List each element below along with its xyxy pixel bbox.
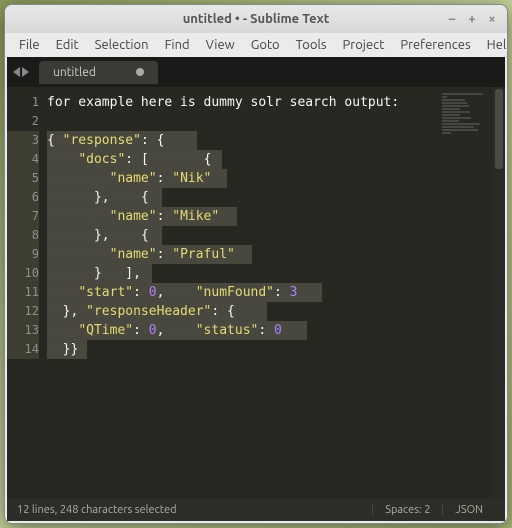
- vertical-scrollbar[interactable]: [493, 87, 505, 499]
- tab-nav: [13, 67, 29, 77]
- line-number: 6: [7, 188, 39, 207]
- dirty-indicator-icon: [136, 68, 144, 76]
- tab-untitled[interactable]: untitled: [39, 61, 158, 84]
- line-number: 1: [7, 93, 39, 112]
- menu-edit[interactable]: Edit: [48, 36, 87, 54]
- menu-help[interactable]: Help: [479, 36, 508, 54]
- line-gutter: 1234567891011121314: [7, 87, 47, 499]
- app-window: untitled • - Sublime Text – + × FileEdit…: [4, 4, 508, 524]
- menu-preferences[interactable]: Preferences: [392, 36, 478, 54]
- scrollbar-thumb[interactable]: [495, 89, 503, 169]
- code-line[interactable]: ······}···],: [47, 264, 438, 283]
- code-line[interactable]: ··}}: [47, 340, 438, 359]
- code-line[interactable]: ········"name":·"Mike": [47, 207, 438, 226]
- code-line[interactable]: ····"QTime":·0,····"status":·0: [47, 321, 438, 340]
- status-bar: 12 lines, 248 characters selected Spaces…: [7, 499, 505, 521]
- menu-goto[interactable]: Goto: [243, 36, 288, 54]
- code-line[interactable]: ······},····{: [47, 188, 438, 207]
- code-line[interactable]: ··},·"responseHeader":·{: [47, 302, 438, 321]
- code-content[interactable]: for example here is dummy solr search ou…: [47, 87, 438, 499]
- prev-tab-icon[interactable]: [13, 67, 20, 77]
- titlebar[interactable]: untitled • - Sublime Text – + ×: [5, 5, 507, 33]
- line-number: 12: [7, 302, 39, 321]
- status-selection: 12 lines, 248 characters selected: [17, 504, 372, 516]
- editor-area: untitled 1234567891011121314 for example…: [7, 57, 505, 499]
- line-number: 7: [7, 207, 39, 226]
- menubar: FileEditSelectionFindViewGotoToolsProjec…: [5, 33, 507, 57]
- tab-bar: untitled: [7, 57, 505, 87]
- window-title: untitled • - Sublime Text: [13, 12, 499, 26]
- line-number: 4: [7, 150, 39, 169]
- editor-body[interactable]: 1234567891011121314 for example here is …: [7, 87, 505, 499]
- menu-selection[interactable]: Selection: [87, 36, 157, 54]
- code-line[interactable]: [47, 112, 438, 131]
- status-syntax[interactable]: JSON: [442, 504, 495, 516]
- line-number: 9: [7, 245, 39, 264]
- code-line[interactable]: for example here is dummy solr search ou…: [47, 93, 438, 112]
- menu-find[interactable]: Find: [157, 36, 198, 54]
- line-number: 2: [7, 112, 39, 131]
- status-indent[interactable]: Spaces: 2: [372, 504, 442, 516]
- code-line[interactable]: ····"start":·0,····"numFound":·3: [47, 283, 438, 302]
- line-number: 14: [7, 340, 39, 359]
- tab-label: untitled: [53, 66, 96, 79]
- line-number: 8: [7, 226, 39, 245]
- maximize-button[interactable]: +: [465, 12, 479, 26]
- minimap-preview: [442, 93, 487, 133]
- code-line[interactable]: ····"docs":·[·······{: [47, 150, 438, 169]
- menu-view[interactable]: View: [198, 36, 243, 54]
- menu-file[interactable]: File: [11, 36, 48, 54]
- line-number: 13: [7, 321, 39, 340]
- code-line[interactable]: {·"response":·{: [47, 131, 438, 150]
- minimap[interactable]: [438, 87, 493, 499]
- minimize-button[interactable]: –: [445, 12, 459, 26]
- line-number: 3: [7, 131, 39, 150]
- code-line[interactable]: ········"name":·"Praful": [47, 245, 438, 264]
- line-number: 10: [7, 264, 39, 283]
- line-number: 11: [7, 283, 39, 302]
- next-tab-icon[interactable]: [22, 67, 29, 77]
- code-line[interactable]: ········"name":·"Nik": [47, 169, 438, 188]
- window-controls: – + ×: [445, 12, 499, 26]
- line-number: 5: [7, 169, 39, 188]
- menu-project[interactable]: Project: [335, 36, 393, 54]
- close-button[interactable]: ×: [485, 12, 499, 26]
- menu-tools[interactable]: Tools: [288, 36, 335, 54]
- code-line[interactable]: ······},····{: [47, 226, 438, 245]
